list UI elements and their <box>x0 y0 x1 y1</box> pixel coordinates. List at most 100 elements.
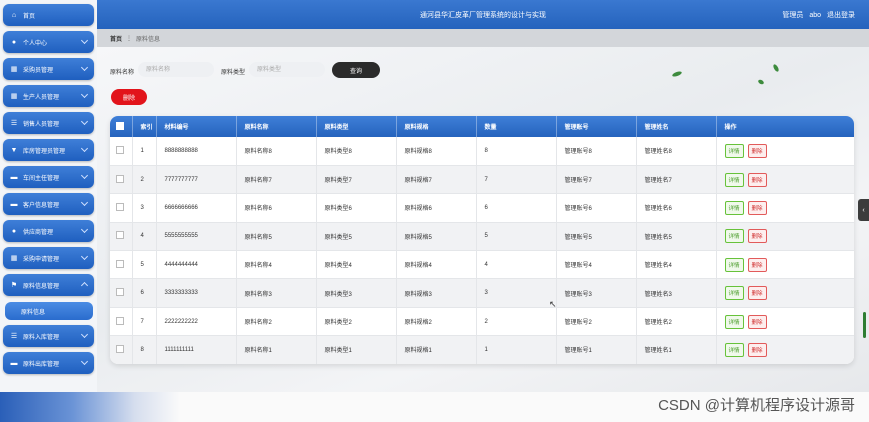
cell-spec: 原料规格7 <box>396 165 477 195</box>
select-all-header[interactable] <box>110 116 133 137</box>
name-search-input[interactable] <box>138 62 214 77</box>
row-delete-button[interactable]: 删除 <box>747 286 767 301</box>
row-select-cell[interactable] <box>110 193 133 223</box>
cell-index: 6 <box>132 278 157 308</box>
chevron-down-icon <box>80 357 89 366</box>
breadcrumb-home[interactable]: 首页 <box>110 34 122 43</box>
detail-button[interactable]: 详情 <box>724 342 744 357</box>
sidebar-item[interactable]: ⚑ 原料信息管理 <box>3 274 94 296</box>
sidebar-item[interactable]: ▦ 生产人员管理 <box>3 85 94 107</box>
row-checkbox[interactable] <box>116 259 124 268</box>
row-checkbox[interactable] <box>116 288 124 297</box>
cell-index: 2 <box>132 165 157 195</box>
row-checkbox[interactable] <box>116 316 124 325</box>
detail-button[interactable]: 详情 <box>724 143 744 158</box>
chevron-down-icon <box>80 63 89 72</box>
cell-name: 原料名称5 <box>236 222 317 252</box>
row-delete-button[interactable]: 删除 <box>747 257 767 272</box>
app-title: 通河县华汇皮革厂管理系统的设计与实现 <box>420 12 546 19</box>
breadcrumb-current: 原料信息 <box>136 36 161 43</box>
blurred-region <box>0 392 180 422</box>
row-select-cell[interactable] <box>110 278 133 308</box>
grid-icon: ▦ <box>10 66 18 73</box>
table-row[interactable]: 2 7777777777 原料名称7 原料类型7 原料规格7 7 管理账号7 管理姓名7 详情删… <box>110 165 854 195</box>
row-checkbox[interactable] <box>116 231 124 240</box>
column-header: 操作 <box>724 125 737 131</box>
sidebar-item[interactable]: ▬ 客户信息管理 <box>3 193 94 215</box>
detail-button[interactable]: 详情 <box>724 200 744 215</box>
type-search-label: 原料类型 <box>221 70 246 76</box>
chevron-down-icon <box>80 330 89 339</box>
cell-manager: 管理姓名6 <box>636 193 717 223</box>
detail-button[interactable]: 详情 <box>724 172 744 187</box>
sidebar-item[interactable]: ▬ 原料出库管理 <box>3 352 94 374</box>
table-header-row: 索引 材料编号 原料名称 原料类型 原料规格 数量 管理账号 管理姓名 操作 <box>110 116 854 137</box>
table-row[interactable]: 6 3333333333 原料名称3 原料类型3 原料规格3 3 管理账号3 管理姓名3 详情删… <box>110 278 854 308</box>
row-delete-button[interactable]: 删除 <box>747 143 767 158</box>
row-select-cell[interactable] <box>110 250 133 280</box>
sidebar-item[interactable]: ▬ 车间主任管理 <box>3 166 94 188</box>
sidebar-item[interactable]: ● 个人中心 <box>3 31 94 53</box>
detail-button[interactable]: 详情 <box>724 229 744 244</box>
column-header: 索引 <box>132 116 157 137</box>
row-checkbox[interactable] <box>116 174 124 183</box>
row-delete-button[interactable]: 删除 <box>747 200 767 215</box>
sidebar-item-label: 首页 <box>23 13 36 20</box>
table-row[interactable]: 3 6666666666 原料名称6 原料类型6 原料规格6 6 管理账号6 管理姓名6 详情删… <box>110 193 854 223</box>
cell-type: 原料类型1 <box>316 335 397 364</box>
table-row[interactable]: 7 2222222222 原料名称2 原料类型2 原料规格2 2 管理账号2 管理姓名2 详情删… <box>110 307 854 337</box>
row-delete-button[interactable]: 删除 <box>747 172 767 187</box>
cell-name: 原料名称6 <box>236 193 317 223</box>
sidebar-item[interactable]: ▦ 采购申请管理 <box>3 247 94 269</box>
logout-link[interactable]: 退出登录 <box>827 12 855 19</box>
type-search-input[interactable] <box>249 62 325 77</box>
row-delete-button[interactable]: 删除 <box>747 314 767 329</box>
sidebar-item[interactable]: ☰ 原料入库管理 <box>3 325 94 347</box>
sidebar-item[interactable]: ▦ 采购员管理 <box>3 58 94 80</box>
row-select-cell[interactable] <box>110 307 133 337</box>
bulk-delete-button[interactable]: 删除 <box>111 89 147 105</box>
cell-code: 7777777777 <box>156 165 237 195</box>
user-icon: ● <box>11 38 17 46</box>
select-all-checkbox[interactable] <box>116 121 124 130</box>
row-checkbox[interactable] <box>116 344 124 353</box>
row-checkbox[interactable] <box>116 202 124 211</box>
scrollbar-thumb[interactable] <box>863 312 866 338</box>
cell-account: 管理账号5 <box>556 222 637 252</box>
cell-name: 原料名称2 <box>236 307 317 337</box>
detail-button[interactable]: 详情 <box>724 257 744 272</box>
detail-button[interactable]: 详情 <box>724 286 744 301</box>
cell-manager: 管理姓名7 <box>636 165 717 195</box>
table-row[interactable]: 4 5555555555 原料名称5 原料类型5 原料规格5 5 管理账号5 管理姓名5 详情删… <box>110 222 854 252</box>
sidebar-subitem-active[interactable]: 原料信息 <box>5 302 93 320</box>
cell-account: 管理账号6 <box>556 193 637 223</box>
chevron-left-icon[interactable]: ‹ <box>858 199 869 221</box>
row-checkbox[interactable] <box>116 145 124 154</box>
detail-button[interactable]: 详情 <box>724 314 744 329</box>
cell-name: 原料名称8 <box>236 137 317 166</box>
chevron-down-icon <box>80 36 89 45</box>
table-row[interactable]: 5 4444444444 原料名称4 原料类型4 原料规格4 4 管理账号4 管理姓名4 详情删… <box>110 250 854 280</box>
row-delete-button[interactable]: 删除 <box>747 342 767 357</box>
search-button[interactable]: 查询 <box>332 62 380 78</box>
breadcrumb: 首页 ⋮ 原料信息 <box>97 29 869 47</box>
cell-type: 原料类型7 <box>316 165 397 195</box>
row-select-cell[interactable] <box>110 335 133 364</box>
sidebar-item[interactable]: ☰ 销售人员管理 <box>3 112 94 134</box>
cell-account: 管理账号2 <box>556 307 637 337</box>
column-header: 原料名称 <box>236 116 317 137</box>
sidebar-item[interactable]: ● 供应商管理 <box>3 220 94 242</box>
row-select-cell[interactable] <box>110 165 133 195</box>
row-select-cell[interactable] <box>110 137 133 166</box>
shield-icon: ▼ <box>10 146 18 154</box>
row-delete-button[interactable]: 删除 <box>747 229 767 244</box>
grid-icon: ▦ <box>10 255 18 262</box>
card-icon: ▬ <box>10 359 18 367</box>
sidebar-item[interactable]: ⌂ 首页 <box>3 4 94 26</box>
column-header: 原料规格 <box>396 116 477 137</box>
cell-actions: 详情 删除 <box>716 165 854 195</box>
table-row[interactable]: 1 8888888888 原料名称8 原料类型8 原料规格8 8 管理账号8 管理姓名8 详情删… <box>110 137 854 166</box>
row-select-cell[interactable] <box>110 222 133 252</box>
table-row[interactable]: 8 1111111111 原料名称1 原料类型1 原料规格1 1 管理账号1 管理姓名1 详情删… <box>110 335 854 364</box>
sidebar-item[interactable]: ▼ 库房管理员管理 <box>3 139 94 161</box>
